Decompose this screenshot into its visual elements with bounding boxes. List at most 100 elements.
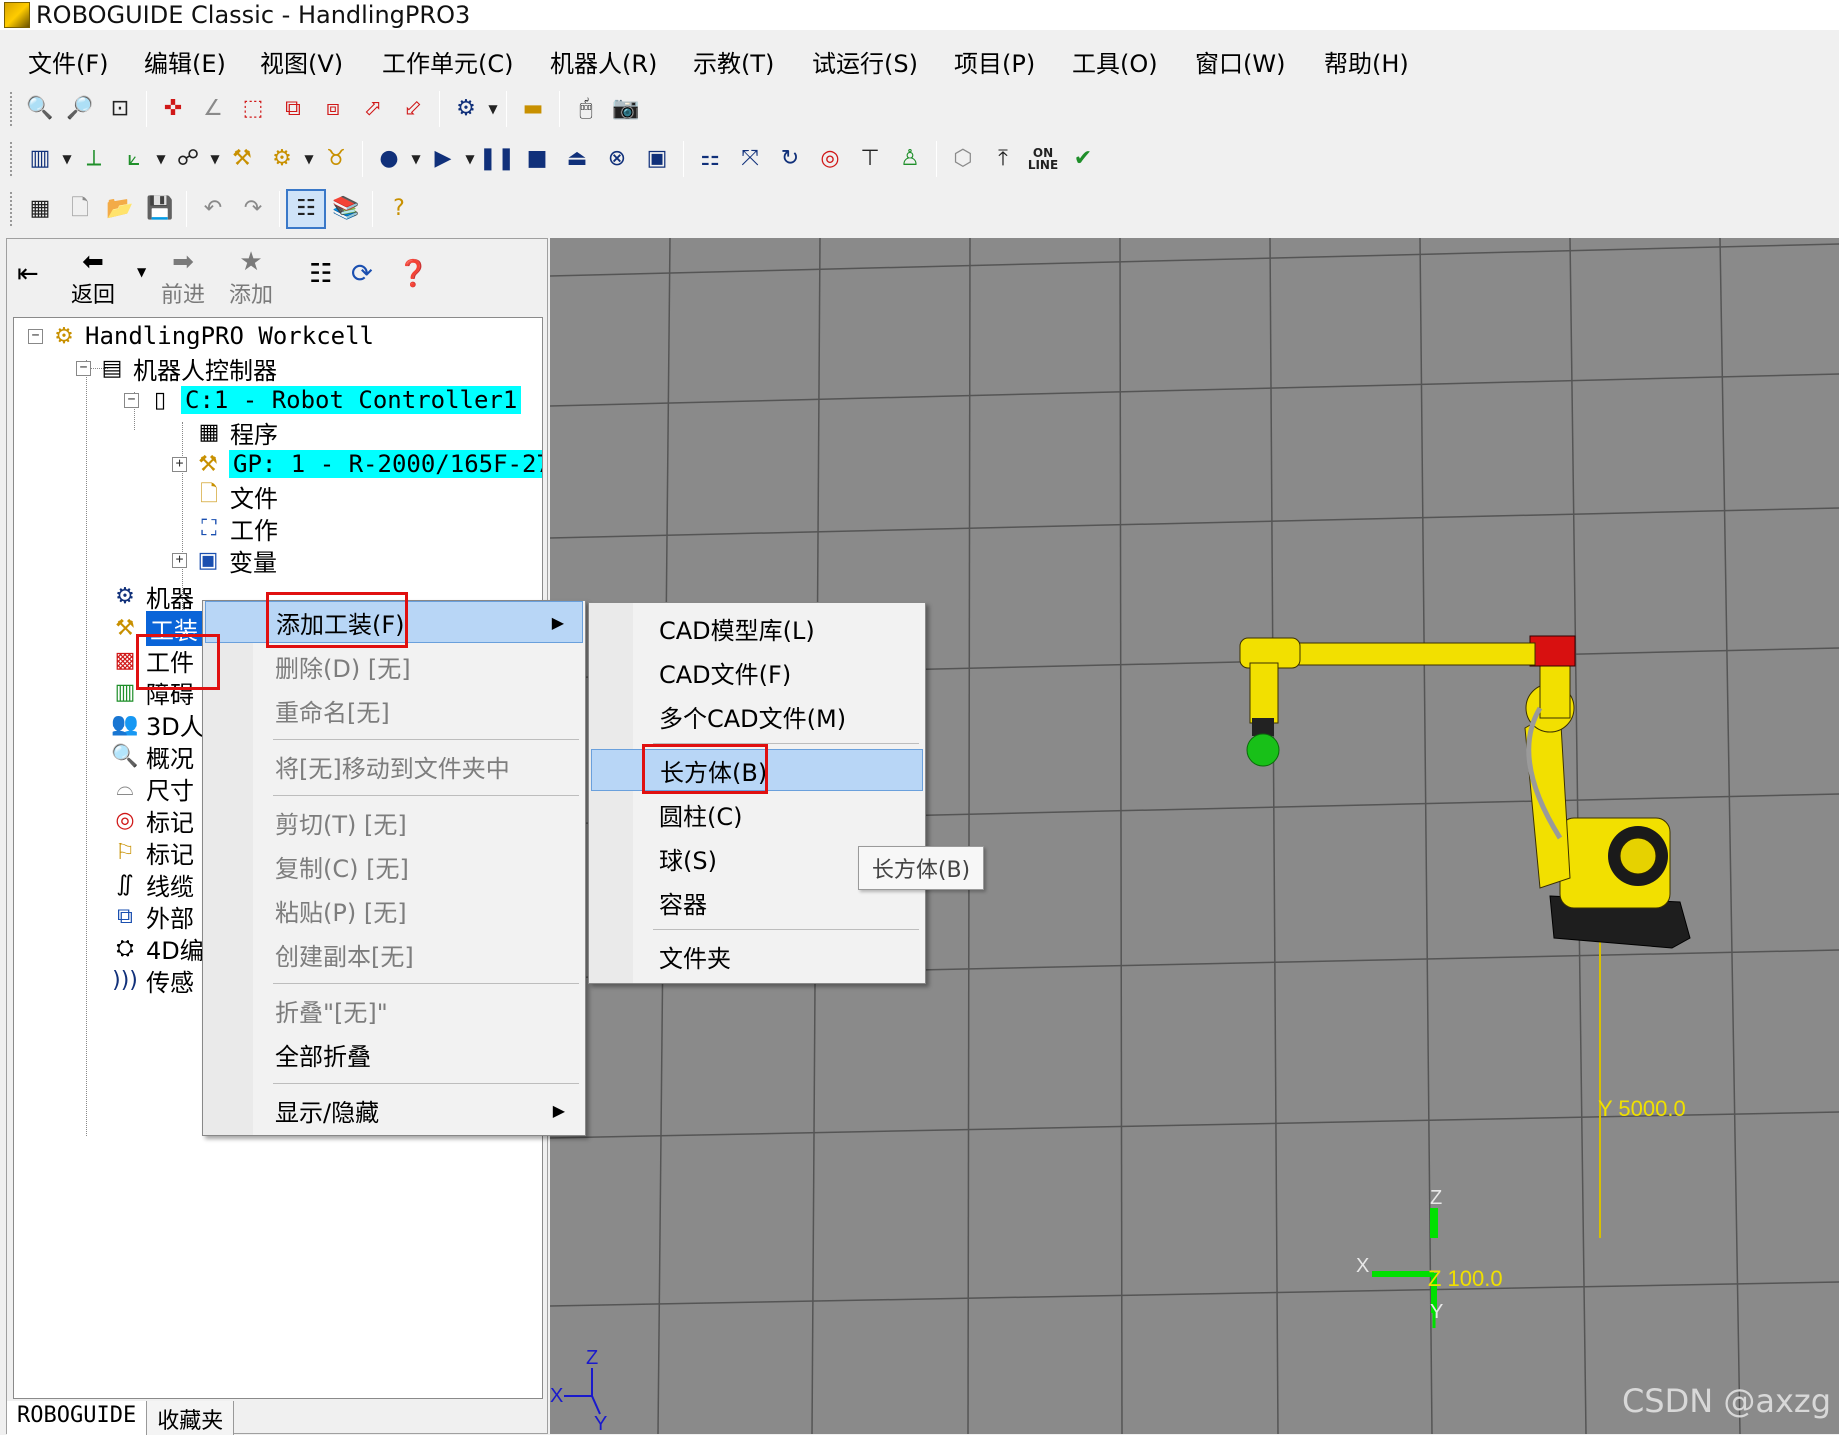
tree-node-controllers[interactable]: − ▤ 机器人控制器: [76, 352, 277, 385]
tree-node-markers[interactable]: ◎ 标记: [110, 804, 194, 837]
toolbar-grip[interactable]: [10, 142, 14, 176]
view-front-icon[interactable]: ⧉: [273, 89, 313, 129]
menu-view[interactable]: 视图(V): [260, 40, 343, 83]
play-icon[interactable]: ▶: [423, 139, 463, 179]
help-icon[interactable]: ?: [379, 189, 419, 229]
menu-item-cad-file[interactable]: CAD文件(F): [591, 651, 923, 693]
chevron-down-icon[interactable]: ▼: [154, 152, 168, 166]
help-circle-icon[interactable]: ❓: [397, 259, 429, 289]
sign-icon[interactable]: ⊤: [850, 139, 890, 179]
move-icon[interactable]: ✜: [153, 89, 193, 129]
menu-item-duplicate[interactable]: 创建副本[无]: [205, 933, 583, 975]
tree-node-sensors[interactable]: ))) 传感: [110, 964, 194, 997]
robot-config-icon[interactable]: ⚒: [222, 139, 262, 179]
check-icon[interactable]: ✔: [1063, 139, 1103, 179]
coordinate-icon[interactable]: ⤧: [730, 139, 770, 179]
menu-item-multi-cad[interactable]: 多个CAD文件(M): [591, 695, 923, 737]
jog-coord-icon[interactable]: ⟀: [114, 139, 154, 179]
tree-node-gp[interactable]: + ⚒ GP: 1 - R-2000/165F-27C: [172, 448, 542, 480]
menu-file[interactable]: 文件(F): [28, 40, 109, 83]
dock-icon[interactable]: ⇤: [17, 259, 39, 289]
online-icon[interactable]: ON LINE: [1023, 139, 1063, 179]
add-favorite-button[interactable]: ★ 添加: [229, 247, 273, 309]
library-icon[interactable]: 📚: [326, 189, 366, 229]
mouse-icon[interactable]: 🖱: [566, 89, 606, 129]
expand-icon[interactable]: +: [172, 456, 187, 472]
tree-node-parts[interactable]: ▩ 工件: [110, 644, 194, 677]
zoom-window-icon[interactable]: ⊡: [100, 89, 140, 129]
menu-item-cylinder[interactable]: 圆柱(C): [591, 793, 923, 835]
collapse-icon[interactable]: −: [124, 392, 139, 408]
chevron-down-icon[interactable]: ▼: [409, 152, 423, 166]
ruler-icon[interactable]: ▬: [513, 89, 553, 129]
menu-workcell[interactable]: 工作单元(C): [382, 40, 513, 83]
chevron-down-icon[interactable]: ▼: [486, 102, 500, 116]
robot-tools-icon[interactable]: ⚙: [262, 139, 302, 179]
menu-item-cut[interactable]: 剪切(T) [无]: [205, 801, 583, 843]
menu-help[interactable]: 帮助(H): [1324, 40, 1409, 83]
open-folder-icon[interactable]: 📂: [100, 189, 140, 229]
camera-icon[interactable]: 📷: [606, 89, 646, 129]
menu-item-rename[interactable]: 重命名[无]: [205, 689, 583, 731]
stop-icon[interactable]: ■: [517, 139, 557, 179]
view-iso-icon[interactable]: ⬀: [353, 89, 393, 129]
back-dropdown-icon[interactable]: ▼: [137, 265, 146, 279]
tree-node-cables[interactable]: ∬ 线缆: [110, 868, 194, 901]
tree-node-vars[interactable]: + ▣ 变量: [172, 544, 277, 577]
pause-icon[interactable]: ❚❚: [477, 139, 517, 179]
grid-icon[interactable]: ▦: [20, 189, 60, 229]
jog-icon[interactable]: ⟂: [74, 139, 114, 179]
view-side-icon[interactable]: ⧈: [313, 89, 353, 129]
cell-browser-toggle-icon[interactable]: ☷: [286, 189, 326, 229]
chevron-down-icon[interactable]: ▼: [302, 152, 316, 166]
menu-item-paste[interactable]: 粘贴(P) [无]: [205, 889, 583, 931]
view-top-icon[interactable]: ⬚: [233, 89, 273, 129]
rotate-icon[interactable]: ↻: [770, 139, 810, 179]
expand-icon[interactable]: +: [172, 552, 187, 568]
menu-edit[interactable]: 编辑(E): [144, 40, 226, 83]
tree-node-jobs[interactable]: ⛶ 工作: [194, 512, 278, 545]
angle-icon[interactable]: ∠: [193, 89, 233, 129]
menu-window[interactable]: 窗口(W): [1195, 40, 1285, 83]
save-icon[interactable]: 💾: [140, 189, 180, 229]
eject-icon[interactable]: ⏏: [557, 139, 597, 179]
gripper-icon[interactable]: ♉: [316, 139, 356, 179]
collapse-icon[interactable]: −: [76, 360, 91, 376]
cell-browser-icon[interactable]: ⚏: [690, 139, 730, 179]
menu-tools[interactable]: 工具(O): [1072, 40, 1158, 83]
menu-test-run[interactable]: 试运行(S): [812, 40, 918, 83]
tree-node-files[interactable]: 🗋 文件: [194, 480, 278, 513]
tree-node-fixtures[interactable]: ⚒ 工装: [110, 610, 202, 646]
abort-icon[interactable]: ⊗: [597, 139, 637, 179]
tab-roboguide[interactable]: ROBOGUIDE: [7, 1401, 148, 1435]
chevron-down-icon[interactable]: ▼: [60, 152, 74, 166]
tree-node-4d[interactable]: ⛭ 4D编: [110, 932, 204, 965]
menu-item-collapse-all[interactable]: 全部折叠: [205, 1033, 583, 1075]
tree-node-controller1[interactable]: − ▯ C:1 - Robot Controller1: [124, 384, 522, 416]
menu-project[interactable]: 项目(P): [954, 40, 1035, 83]
upload-icon[interactable]: ⤒: [983, 139, 1023, 179]
view-reset-icon[interactable]: ⬃: [393, 89, 433, 129]
menu-item-collapse[interactable]: 折叠"[无]": [205, 989, 583, 1031]
tree-node-dimensions[interactable]: ⌓ 尺寸: [110, 772, 194, 805]
undo-icon[interactable]: ↶: [193, 189, 233, 229]
robot-view-icon[interactable]: ⚙: [446, 89, 486, 129]
back-button[interactable]: ⬅ 返回: [71, 247, 115, 309]
chevron-down-icon[interactable]: ▼: [208, 152, 222, 166]
menu-item-show-hide[interactable]: 显示/隐藏 ▶: [205, 1089, 583, 1131]
menu-item-box[interactable]: 长方体(B): [591, 749, 923, 791]
tree-view-icon[interactable]: ☷: [309, 259, 332, 289]
tree-node-markers-2[interactable]: ⚐ 标记: [110, 836, 194, 869]
toolbar-grip[interactable]: [10, 192, 14, 226]
record-2d-icon[interactable]: ●: [369, 139, 409, 179]
tree-node-root[interactable]: − ⚙ HandlingPRO Workcell: [28, 320, 374, 352]
tree-node-obstacles[interactable]: ▥ 障碍: [110, 676, 194, 709]
tree-node-programs[interactable]: ▦ 程序: [194, 416, 278, 449]
menu-item-copy[interactable]: 复制(C) [无]: [205, 845, 583, 887]
menu-item-cad-library[interactable]: CAD模型库(L): [591, 607, 923, 649]
menu-item-delete[interactable]: 删除(D) [无]: [205, 645, 583, 687]
collapse-icon[interactable]: −: [28, 328, 43, 344]
tool-icon[interactable]: ⬡: [943, 139, 983, 179]
zoom-out-icon[interactable]: 🔎: [60, 89, 100, 129]
target-icon[interactable]: ☍: [168, 139, 208, 179]
